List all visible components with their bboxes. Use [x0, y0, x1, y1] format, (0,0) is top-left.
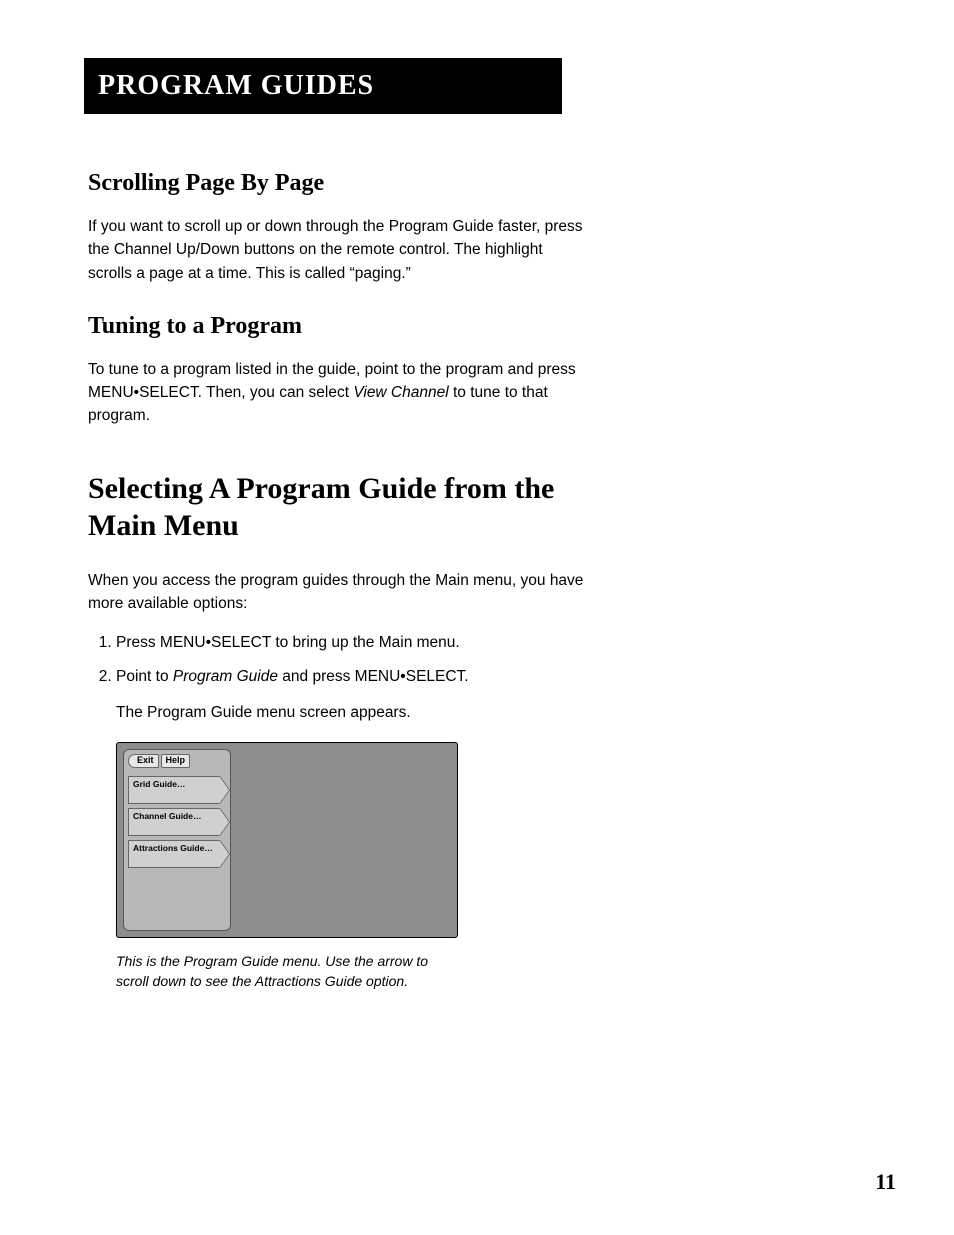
steps-list: Press MENU•SELECT to bring up the Main m… [88, 631, 588, 689]
screenshot-figure: Exit Help Grid Guide… Channel Guide… Att… [116, 742, 588, 991]
step2-b: and press MENU•SELECT. [278, 668, 469, 685]
para-scrolling: If you want to scroll up or down through… [88, 215, 588, 285]
heading-tuning: Tuning to a Program [88, 313, 588, 340]
top-tabs: Exit Help [128, 754, 226, 768]
menu-item-attractions-guide[interactable]: Attractions Guide… [128, 840, 220, 868]
content-column: Scrolling Page By Page If you want to sc… [88, 170, 588, 991]
manual-page: PROGRAM GUIDES Scrolling Page By Page If… [0, 0, 954, 1235]
chapter-title: PROGRAM GUIDES [98, 70, 550, 102]
step2-em: Program Guide [173, 668, 278, 685]
step-result: The Program Guide menu screen appears. [116, 701, 588, 724]
figure-caption: This is the Program Guide menu. Use the … [116, 952, 456, 991]
chapter-header-bar: PROGRAM GUIDES [84, 58, 562, 114]
step-1: Press MENU•SELECT to bring up the Main m… [116, 631, 588, 655]
para-tuning: To tune to a program listed in the guide… [88, 358, 588, 428]
menu-item-grid-guide[interactable]: Grid Guide… [128, 776, 220, 804]
para-selecting-intro: When you access the program guides throu… [88, 569, 588, 616]
heading-selecting: Selecting A Program Guide from the Main … [88, 470, 588, 545]
tv-screen: Exit Help Grid Guide… Channel Guide… Att… [116, 742, 458, 938]
page-number: 11 [875, 1169, 896, 1195]
step2-a: Point to [116, 668, 173, 685]
tab-help[interactable]: Help [161, 754, 191, 768]
tab-exit[interactable]: Exit [128, 754, 159, 768]
heading-scrolling: Scrolling Page By Page [88, 170, 588, 197]
menu-panel: Exit Help Grid Guide… Channel Guide… Att… [123, 749, 231, 931]
menu-item-channel-guide[interactable]: Channel Guide… [128, 808, 220, 836]
step-2: Point to Program Guide and press MENU•SE… [116, 665, 588, 689]
tuning-text-em: View Channel [353, 384, 448, 401]
